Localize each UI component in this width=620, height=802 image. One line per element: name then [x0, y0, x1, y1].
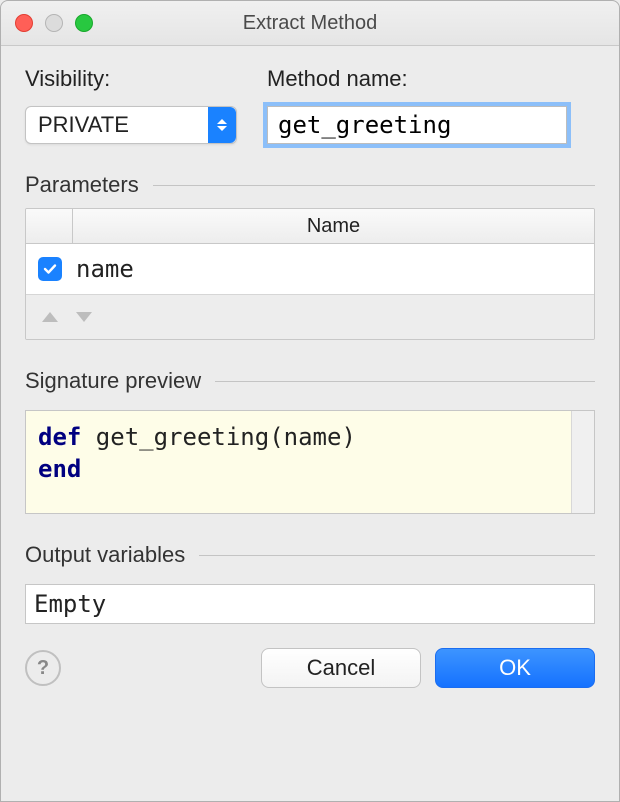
visibility-select[interactable]: PRIVATE: [25, 106, 237, 144]
dialog-window: Extract Method Visibility: PRIVATE Metho…: [0, 0, 620, 802]
keyword-end: end: [38, 455, 81, 483]
dialog-content: Visibility: PRIVATE Method name: Paramet…: [1, 46, 619, 801]
cancel-button[interactable]: Cancel: [261, 648, 421, 688]
signature-preview: def get_greeting(name) end: [25, 410, 595, 514]
parameters-table-header: Name: [26, 209, 594, 244]
zoom-icon[interactable]: [75, 14, 93, 32]
output-section-label: Output variables: [25, 542, 185, 568]
visibility-value: PRIVATE: [26, 112, 208, 138]
titlebar: Extract Method: [1, 1, 619, 46]
parameters-column-name: Name: [73, 215, 594, 238]
signature-section-label: Signature preview: [25, 368, 201, 394]
check-icon: [42, 261, 58, 277]
help-button[interactable]: ?: [25, 650, 61, 686]
output-variables-value: Empty: [34, 590, 106, 618]
signature-line-1: get_greeting(name): [81, 423, 356, 451]
method-name-label: Method name:: [267, 66, 567, 92]
table-row[interactable]: name: [26, 244, 594, 294]
button-row: ? Cancel OK: [25, 648, 595, 688]
ok-button[interactable]: OK: [435, 648, 595, 688]
keyword-def: def: [38, 423, 81, 451]
close-icon[interactable]: [15, 14, 33, 32]
parameters-table-footer: [26, 294, 594, 339]
traffic-lights: [15, 1, 93, 45]
move-up-button[interactable]: [42, 312, 58, 322]
move-down-button[interactable]: [76, 312, 92, 322]
visibility-label: Visibility:: [25, 66, 237, 92]
output-section-header: Output variables: [25, 542, 595, 568]
output-variables-field[interactable]: Empty: [25, 584, 595, 624]
dialog-title: Extract Method: [1, 12, 619, 35]
method-name-input[interactable]: [267, 106, 567, 144]
chevron-up-down-icon[interactable]: [208, 107, 236, 143]
parameter-name: name: [62, 255, 134, 283]
minimize-icon: [45, 14, 63, 32]
signature-section-header: Signature preview: [25, 368, 595, 394]
parameter-checkbox[interactable]: [38, 257, 62, 281]
parameters-table: Name name: [25, 208, 595, 340]
parameters-section-header: Parameters: [25, 172, 595, 198]
scrollbar[interactable]: [571, 411, 594, 513]
parameters-column-checkbox: [26, 209, 73, 243]
parameters-section-label: Parameters: [25, 172, 139, 198]
